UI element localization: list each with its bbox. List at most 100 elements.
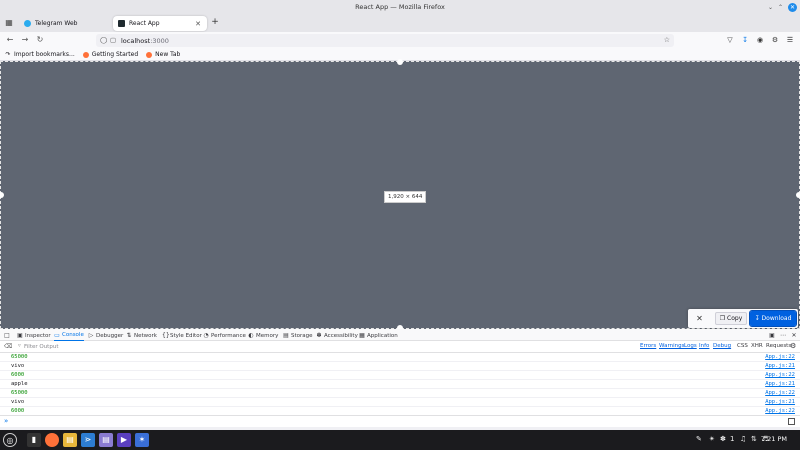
filter-xhr[interactable]: XHR xyxy=(751,343,763,349)
pen-icon[interactable]: ✎ xyxy=(696,435,702,443)
source-link[interactable]: App.js:22 xyxy=(765,389,795,397)
inspector-icon: ▣ xyxy=(17,332,23,339)
filter-output-input[interactable] xyxy=(24,343,224,351)
url-bar[interactable]: ◯ ▢ localhost:3000 ☆ xyxy=(96,34,674,47)
resize-handle-top[interactable] xyxy=(397,59,403,65)
resize-handle-left[interactable] xyxy=(0,192,4,198)
tab-debugger[interactable]: ▷ Debugger xyxy=(88,330,124,341)
firefox-icon xyxy=(82,51,89,58)
minimize-icon[interactable]: ⌄ xyxy=(766,3,775,12)
console-filter-bar: ⌫ ▿ Errors Warnings Logs Info Debug CSS … xyxy=(0,341,800,353)
clock[interactable]: 7:21 PM xyxy=(761,435,787,443)
tab-application[interactable]: ▦ Application xyxy=(359,330,398,341)
tab-performance[interactable]: ◔ Performance xyxy=(203,330,245,341)
console-row: vivo App.js:21 xyxy=(0,398,800,407)
forward-icon[interactable]: → xyxy=(20,35,30,45)
network-icon: ⇅ xyxy=(126,332,132,339)
vscode-icon[interactable]: ⋗ xyxy=(81,433,95,447)
tab-telegram-web[interactable]: Telegram Web xyxy=(19,16,109,31)
devtools-menu-icon[interactable]: ⋯ xyxy=(780,330,788,341)
tab-memory[interactable]: ◐ Memory xyxy=(248,330,278,341)
console-row: 65000 App.js:22 xyxy=(0,353,800,362)
files-icon[interactable]: ▤ xyxy=(63,433,77,447)
reload-icon[interactable]: ↻ xyxy=(35,35,45,45)
cancel-screenshot-icon[interactable]: ✕ xyxy=(693,312,706,325)
download-button[interactable]: ↧ Download xyxy=(749,310,797,327)
tab-list-icon[interactable]: ▦ xyxy=(4,18,14,28)
tab-style-editor[interactable]: {} Style Editor xyxy=(162,330,202,341)
screenshot-selection[interactable]: 1,920 × 644 xyxy=(0,59,800,331)
extensions-icon[interactable]: ⚙ xyxy=(770,35,780,45)
memory-icon: ◐ xyxy=(248,332,254,339)
downloads-icon[interactable]: ↧ xyxy=(740,35,750,45)
source-link[interactable]: App.js:21 xyxy=(765,362,795,370)
copy-button[interactable]: ❐ Copy xyxy=(715,312,747,325)
source-link[interactable]: App.js:22 xyxy=(765,371,795,379)
terminal-icon[interactable]: ▮ xyxy=(27,433,41,447)
bookmark-new-tab[interactable]: New Tab xyxy=(146,51,180,58)
editor-mode-icon[interactable] xyxy=(788,418,795,425)
source-link[interactable]: App.js:21 xyxy=(765,380,795,388)
style-editor-icon: {} xyxy=(162,332,170,339)
window-titlebar: React App — Mozilla Firefox ⌄ ⌃ ✕ xyxy=(0,0,800,14)
music-icon[interactable]: ♫ xyxy=(740,435,746,443)
close-window-icon[interactable]: ✕ xyxy=(788,3,797,12)
start-menu-icon[interactable]: ◎ xyxy=(3,433,17,447)
shield-icon[interactable]: ◯ xyxy=(100,36,107,44)
console-input[interactable]: » xyxy=(0,415,800,427)
import-icon: ↷ xyxy=(5,50,11,58)
performance-icon: ◔ xyxy=(203,332,209,339)
debugger-icon: ▷ xyxy=(88,332,94,339)
page-info-icon[interactable]: ▢ xyxy=(110,36,116,44)
console-row: vivo App.js:21 xyxy=(0,362,800,371)
tab-react-app[interactable]: React App ✕ xyxy=(113,16,207,31)
tab-console[interactable]: ▭ Console xyxy=(54,330,84,341)
console-row: apple App.js:21 xyxy=(0,380,800,389)
filter-info[interactable]: Info xyxy=(699,343,709,349)
console-output: 65000 App.js:22 vivo App.js:21 6000 App.js:… xyxy=(0,353,800,416)
taskbar: ◎ ▮ ▤ ⋗ ▤ ▶ ✶ ✎ ✴ ✽ 1 ♫ ⇅ ♬ 7:21 PM xyxy=(0,430,800,450)
dock-icon[interactable]: ▣ xyxy=(769,330,777,341)
url-text[interactable]: localhost:3000 xyxy=(121,37,169,45)
console-row: 65000 App.js:22 xyxy=(0,389,800,398)
accessibility-tray-icon[interactable]: ✽ xyxy=(720,435,726,443)
bookmark-import[interactable]: ↷ Import bookmarks... xyxy=(5,50,74,58)
filter-warnings[interactable]: Warnings xyxy=(659,343,684,349)
tab-network[interactable]: ⇅ Network xyxy=(126,330,156,341)
close-devtools-icon[interactable]: ✕ xyxy=(791,330,799,341)
firefox-icon[interactable] xyxy=(45,433,59,447)
pocket-icon[interactable]: ▽ xyxy=(725,35,735,45)
network-tray-icon[interactable]: ⇅ xyxy=(751,435,757,443)
volume-level: 1 xyxy=(730,435,735,443)
bookmark-getting-started[interactable]: Getting Started xyxy=(82,51,138,58)
screenshot-toolbar: ✕ ❐ Copy ↧ Download xyxy=(688,309,798,328)
menu-icon[interactable]: ☰ xyxy=(785,35,795,45)
tab-inspector[interactable]: ▣ Inspector xyxy=(17,330,51,341)
bookmark-star-icon[interactable]: ☆ xyxy=(664,36,670,44)
console-settings-icon[interactable]: ⚙ xyxy=(790,342,796,350)
source-link[interactable]: App.js:21 xyxy=(765,398,795,406)
close-tab-icon[interactable]: ✕ xyxy=(194,20,202,28)
filter-errors[interactable]: Errors xyxy=(640,343,656,349)
tab-accessibility[interactable]: ✽ Accessibility xyxy=(316,330,357,341)
filter-requests[interactable]: Requests xyxy=(766,343,791,349)
source-link[interactable]: App.js:22 xyxy=(765,353,795,361)
resize-handle-right[interactable] xyxy=(796,192,800,198)
pick-element-icon[interactable]: □ xyxy=(4,330,12,341)
tab-storage[interactable]: ▤ Storage xyxy=(283,330,312,341)
new-tab-icon[interactable]: + xyxy=(210,17,220,27)
bluetooth-icon[interactable]: ✶ xyxy=(135,433,149,447)
account-icon[interactable]: ◉ xyxy=(755,35,765,45)
notes-icon[interactable]: ▤ xyxy=(99,433,113,447)
filter-css[interactable]: CSS xyxy=(737,343,748,349)
trash-icon[interactable]: ⌫ xyxy=(4,343,12,350)
window-title: React App — Mozilla Firefox xyxy=(355,3,445,11)
storage-icon: ▤ xyxy=(283,332,289,339)
settings-tray-icon[interactable]: ✴ xyxy=(709,435,715,443)
filter-logs[interactable]: Logs xyxy=(684,343,697,349)
back-icon[interactable]: ← xyxy=(5,35,15,45)
filter-debug[interactable]: Debug xyxy=(713,343,731,349)
maximize-icon[interactable]: ⌃ xyxy=(776,3,785,12)
media-player-icon[interactable]: ▶ xyxy=(117,433,131,447)
source-link[interactable]: App.js:22 xyxy=(765,407,795,415)
